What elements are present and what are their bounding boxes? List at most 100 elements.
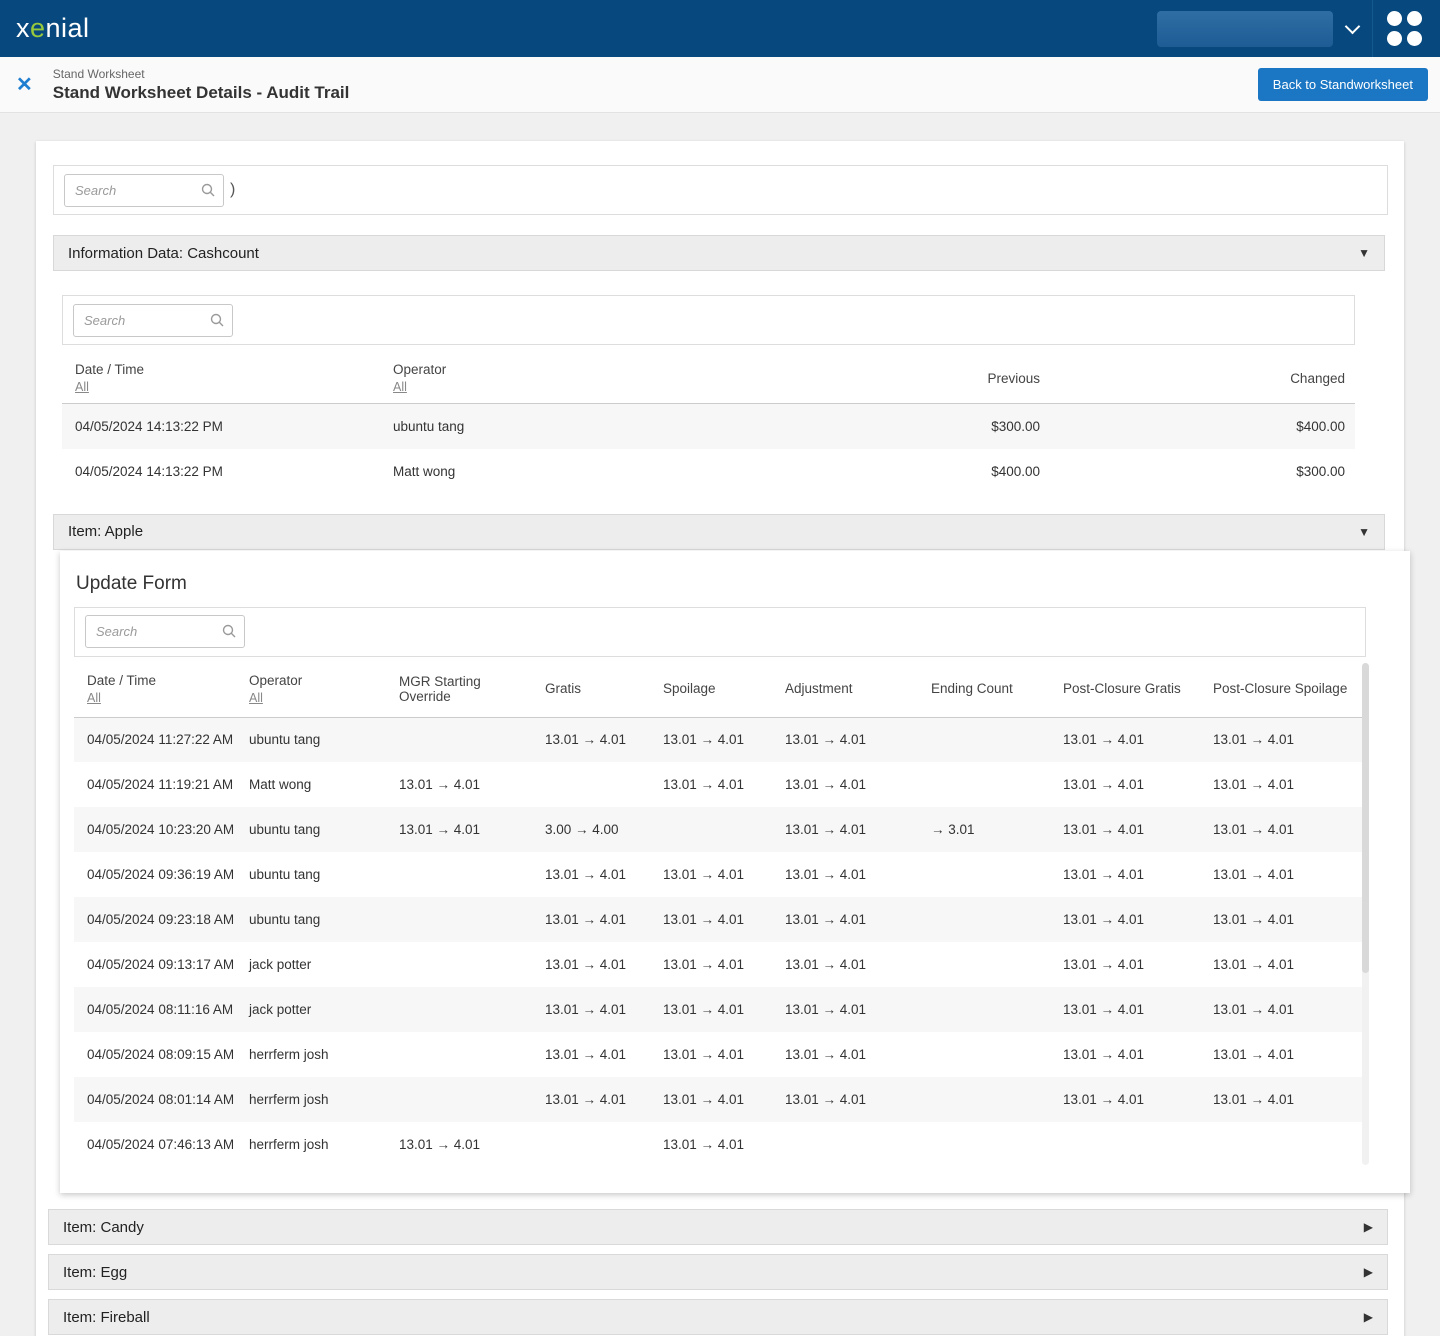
cell-adjustment: 13.01 → 4.01 bbox=[772, 942, 918, 987]
filter-all-link[interactable]: All bbox=[393, 380, 800, 394]
chevron-down-icon[interactable] bbox=[1345, 19, 1361, 35]
cell-pc-spoilage: 13.01 → 4.01 bbox=[1200, 717, 1362, 762]
table-row: 04/05/2024 14:13:22 PM Matt wong $400.00… bbox=[62, 449, 1355, 494]
cell-spoilage: 13.01 → 4.01 bbox=[650, 1032, 772, 1077]
cell-gratis: 13.01 → 4.01 bbox=[532, 987, 650, 1032]
cell-datetime: 04/05/2024 08:09:15 AM bbox=[74, 1032, 236, 1077]
section-header-item-apple[interactable]: Item: Apple ▼ bbox=[53, 514, 1385, 550]
logo-text-suffix: nial bbox=[46, 13, 90, 43]
cell-changed: $300.00 bbox=[1050, 449, 1355, 494]
cell-mgr bbox=[386, 1077, 532, 1122]
cell-gratis: 3.00 → 4.00 bbox=[532, 807, 650, 852]
cell-pc-gratis: 13.01 → 4.01 bbox=[1050, 762, 1200, 807]
section-title: Item: Apple bbox=[68, 523, 143, 540]
cell-pc-gratis: 13.01 → 4.01 bbox=[1050, 987, 1200, 1032]
table-row: 04/05/2024 10:23:20 AM ubuntu tang 13.01… bbox=[74, 807, 1362, 852]
filter-all-link[interactable]: All bbox=[87, 691, 236, 705]
cell-datetime: 04/05/2024 09:23:18 AM bbox=[74, 897, 236, 942]
back-to-standworksheet-button[interactable]: Back to Standworksheet bbox=[1258, 68, 1428, 101]
col-operator: Operator All bbox=[380, 353, 800, 404]
col-post-closure-gratis: Post-Closure Gratis bbox=[1050, 659, 1200, 718]
table-scrollbar[interactable] bbox=[1362, 663, 1369, 1166]
cell-ending bbox=[918, 987, 1050, 1032]
table-header-row: Date / Time All Operator All Previous Ch… bbox=[62, 353, 1355, 404]
cell-operator: herrferm josh bbox=[236, 1077, 386, 1122]
cell-datetime: 04/05/2024 11:19:21 AM bbox=[74, 762, 236, 807]
update-form-title: Update Form bbox=[74, 565, 1410, 607]
table-row: 04/05/2024 09:36:19 AM ubuntu tang 13.01… bbox=[74, 852, 1362, 897]
section-header-item-egg[interactable]: Item: Egg ▶ bbox=[48, 1254, 1388, 1290]
section-title: Item: Candy bbox=[63, 1219, 144, 1236]
cell-pc-gratis: 13.01 → 4.01 bbox=[1050, 852, 1200, 897]
cell-previous: $300.00 bbox=[800, 404, 1050, 449]
cell-adjustment: 13.01 → 4.01 bbox=[772, 1077, 918, 1122]
close-icon[interactable]: ✕ bbox=[16, 75, 33, 95]
col-previous: Previous bbox=[800, 353, 1050, 404]
xenial-logo: xenial bbox=[16, 13, 90, 44]
cell-mgr bbox=[386, 852, 532, 897]
section-header-item-candy[interactable]: Item: Candy ▶ bbox=[48, 1209, 1388, 1245]
table-row: 04/05/2024 08:01:14 AM herrferm josh 13.… bbox=[74, 1077, 1362, 1122]
col-ending-count: Ending Count bbox=[918, 659, 1050, 718]
cell-pc-gratis: 13.01 → 4.01 bbox=[1050, 942, 1200, 987]
cashcount-table: Date / Time All Operator All Previous Ch… bbox=[62, 353, 1355, 494]
collapse-chevron-icon: ▼ bbox=[1358, 525, 1370, 539]
cell-gratis: 13.01 → 4.01 bbox=[532, 717, 650, 762]
cell-ending bbox=[918, 1032, 1050, 1077]
cell-datetime: 04/05/2024 11:27:22 AM bbox=[74, 717, 236, 762]
grid-dot bbox=[1387, 11, 1402, 26]
col-datetime: Date / Time All bbox=[74, 659, 236, 718]
cell-mgr: 13.01 → 4.01 bbox=[386, 807, 532, 852]
cell-pc-spoilage: 13.01 → 4.01 bbox=[1200, 897, 1362, 942]
col-gratis: Gratis bbox=[532, 659, 650, 718]
cell-operator: ubuntu tang bbox=[236, 717, 386, 762]
cell-spoilage: 13.01 → 4.01 bbox=[650, 1077, 772, 1122]
app-launcher-icon[interactable] bbox=[1387, 11, 1422, 46]
scrollbar-thumb[interactable] bbox=[1362, 663, 1369, 973]
cell-spoilage: 13.01 → 4.01 bbox=[650, 942, 772, 987]
search-icon bbox=[200, 182, 216, 198]
cell-adjustment: 13.01 → 4.01 bbox=[772, 1032, 918, 1077]
cell-operator: ubuntu tang bbox=[236, 807, 386, 852]
filter-all-link[interactable]: All bbox=[75, 380, 380, 394]
col-datetime: Date / Time All bbox=[62, 353, 380, 404]
cell-pc-spoilage: 13.01 → 4.01 bbox=[1200, 762, 1362, 807]
search-icon bbox=[221, 623, 237, 639]
breadcrumb: Stand Worksheet bbox=[53, 67, 350, 81]
page-title: Stand Worksheet Details - Audit Trail bbox=[53, 83, 350, 103]
grid-dot bbox=[1407, 31, 1422, 46]
cell-ending bbox=[918, 1122, 1050, 1167]
filter-all-link[interactable]: All bbox=[249, 691, 386, 705]
cell-adjustment bbox=[772, 1122, 918, 1167]
table-row: 04/05/2024 08:11:16 AM jack potter 13.01… bbox=[74, 987, 1362, 1032]
stray-paren-glyph: ) bbox=[230, 181, 235, 199]
cell-operator: ubuntu tang bbox=[380, 404, 800, 449]
update-form-panel: Update Form Date / Time All bbox=[60, 551, 1410, 1194]
cell-ending: → 3.01 bbox=[918, 807, 1050, 852]
update-form-table: Date / Time All Operator All MGR Startin… bbox=[74, 659, 1362, 1168]
cell-datetime: 04/05/2024 14:13:22 PM bbox=[62, 404, 380, 449]
section-header-cashcount[interactable]: Information Data: Cashcount ▼ bbox=[53, 235, 1385, 271]
cell-pc-spoilage: 13.01 → 4.01 bbox=[1200, 987, 1362, 1032]
table-row: 04/05/2024 11:19:21 AM Matt wong 13.01 →… bbox=[74, 762, 1362, 807]
grid-dot bbox=[1387, 31, 1402, 46]
cell-gratis: 13.01 → 4.01 bbox=[532, 852, 650, 897]
cell-operator: ubuntu tang bbox=[236, 852, 386, 897]
cell-gratis: 13.01 → 4.01 bbox=[532, 897, 650, 942]
cell-adjustment: 13.01 → 4.01 bbox=[772, 762, 918, 807]
cell-operator: jack potter bbox=[236, 987, 386, 1032]
cell-spoilage: 13.01 → 4.01 bbox=[650, 1122, 772, 1167]
cell-pc-gratis: 13.01 → 4.01 bbox=[1050, 1077, 1200, 1122]
user-account-redacted[interactable] bbox=[1157, 11, 1333, 47]
col-adjustment: Adjustment bbox=[772, 659, 918, 718]
logo-text: x bbox=[16, 13, 30, 43]
collapse-chevron-icon: ▼ bbox=[1358, 246, 1370, 260]
cell-changed: $400.00 bbox=[1050, 404, 1355, 449]
search-icon bbox=[209, 312, 225, 328]
cell-pc-spoilage: 13.01 → 4.01 bbox=[1200, 942, 1362, 987]
cell-spoilage: 13.01 → 4.01 bbox=[650, 897, 772, 942]
grid-dot bbox=[1407, 11, 1422, 26]
col-changed: Changed bbox=[1050, 353, 1355, 404]
cell-gratis: 13.01 → 4.01 bbox=[532, 1077, 650, 1122]
section-header-item-fireball[interactable]: Item: Fireball ▶ bbox=[48, 1299, 1388, 1335]
